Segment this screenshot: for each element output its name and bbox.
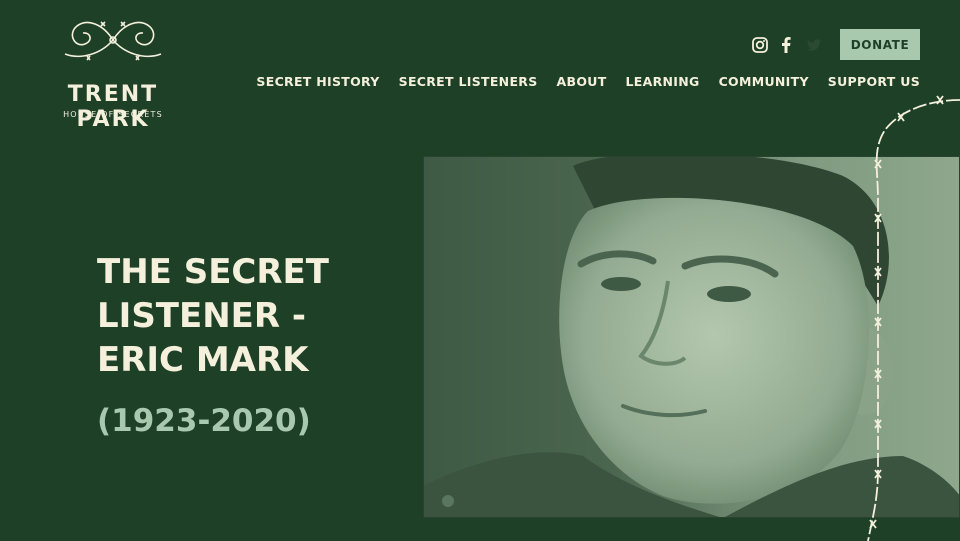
instagram-icon[interactable] xyxy=(751,36,769,54)
nav-item-learning[interactable]: LEARNING xyxy=(626,74,700,89)
main-nav: SECRET HISTORY SECRET LISTENERS ABOUT LE… xyxy=(256,74,920,89)
nav-item-secret-listeners[interactable]: SECRET LISTENERS xyxy=(399,74,538,89)
twitter-icon[interactable] xyxy=(806,36,822,54)
logo-title: TRENT PARK xyxy=(67,82,159,132)
hero-dates: (1923-2020) xyxy=(97,403,311,439)
site-logo[interactable]: TRENT PARK HOUSE OF SECRETS xyxy=(27,14,199,132)
nav-item-support-us[interactable]: SUPPORT US xyxy=(828,74,920,89)
barbed-wire-ornament-icon xyxy=(64,21,162,61)
facebook-icon[interactable] xyxy=(780,36,792,54)
nav-item-about[interactable]: ABOUT xyxy=(557,74,607,89)
hero-photo xyxy=(423,156,960,518)
nav-item-secret-history[interactable]: SECRET HISTORY xyxy=(256,74,379,89)
nav-item-community[interactable]: COMMUNITY xyxy=(719,74,809,89)
hero-title: THE SECRET LISTENER - ERIC MARK xyxy=(97,252,329,380)
donate-button[interactable]: DONATE xyxy=(840,29,920,60)
logo-subtitle: HOUSE OF SECRETS xyxy=(63,110,163,119)
